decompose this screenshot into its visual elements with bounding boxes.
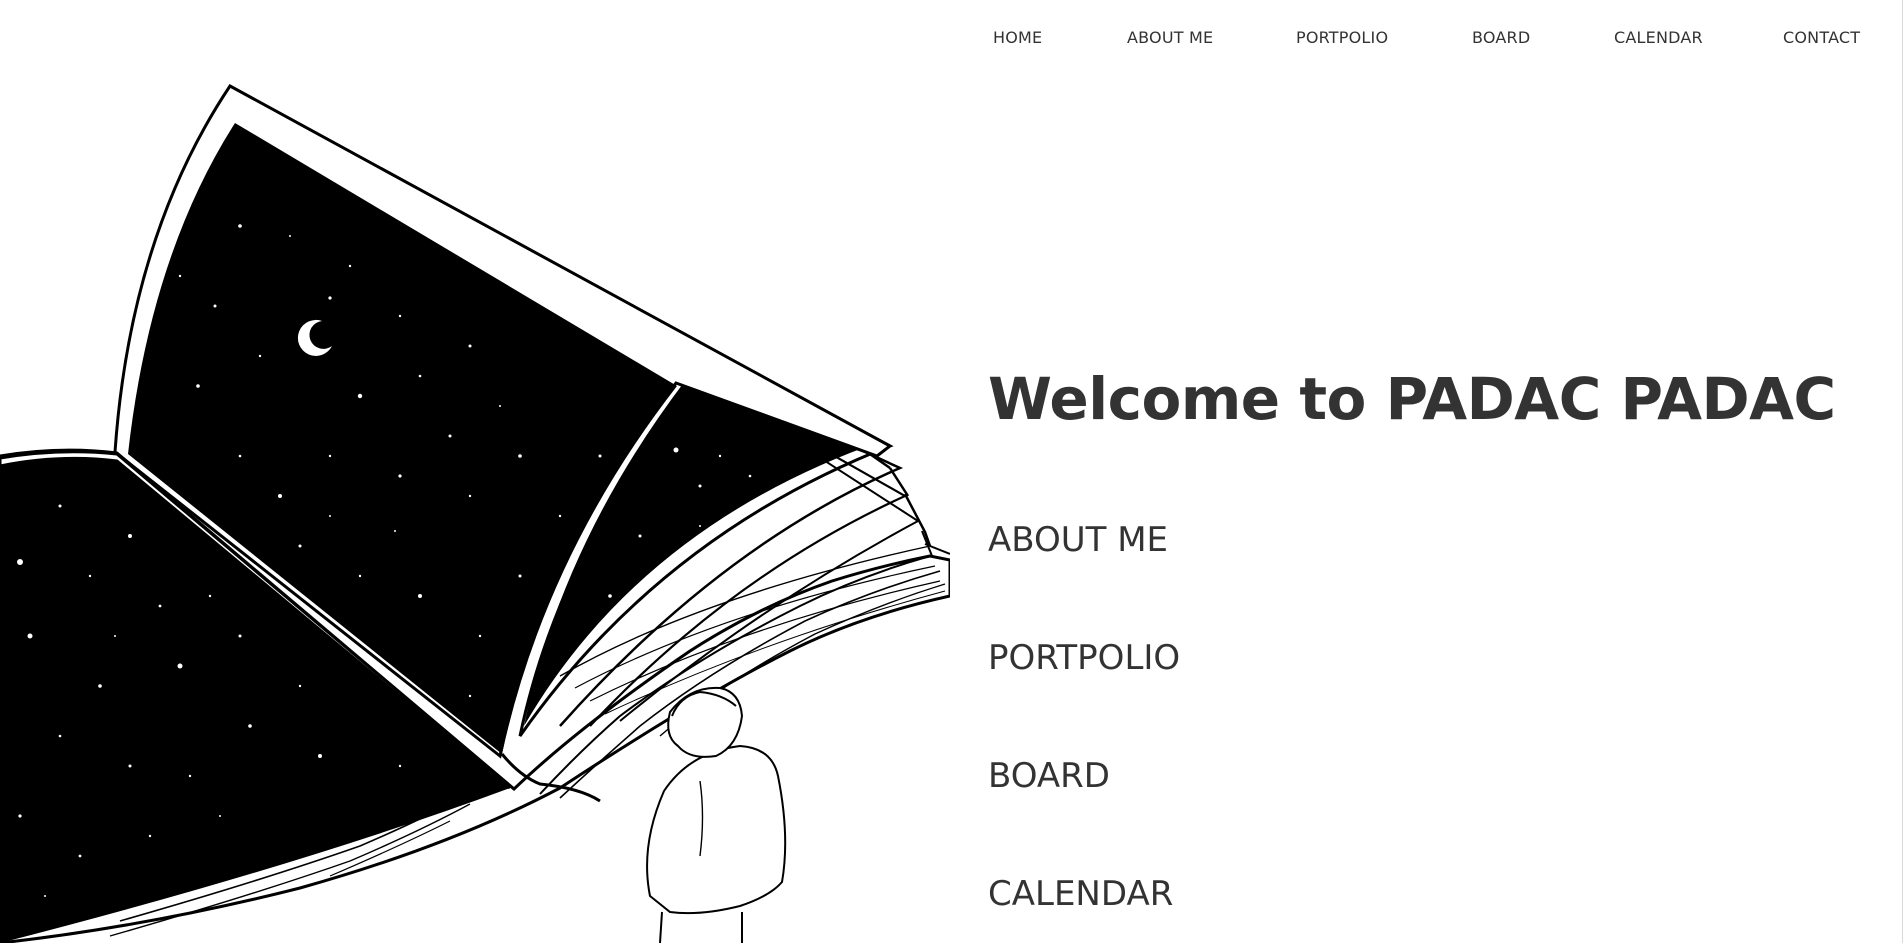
section-portpolio-link[interactable]: PORTPOLIO — [988, 638, 1180, 678]
open-book-starry-sky-with-person-illustration — [0, 84, 952, 943]
section-board-link[interactable]: BOARD — [988, 756, 1110, 796]
section-about-me-link[interactable]: ABOUT ME — [988, 520, 1168, 560]
page: HOME ABOUT ME PORTPOLIO BOARD CALENDAR C… — [0, 0, 1903, 943]
person-figure — [646, 686, 787, 943]
hero-content: Welcome to PADAC PADAC ABOUT ME PORTPOLI… — [988, 0, 1868, 943]
section-calendar-link[interactable]: CALENDAR — [988, 874, 1173, 914]
page-title: Welcome to PADAC PADAC — [988, 365, 1836, 433]
hero-illustration — [0, 76, 952, 943]
